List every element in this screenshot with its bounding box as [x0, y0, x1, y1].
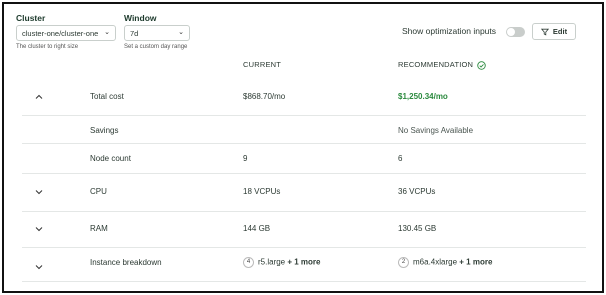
column-header-current: CURRENT [243, 60, 282, 69]
instance-type: m6a.4xlarge [413, 257, 458, 267]
window-help-text: Set a custom day range [124, 44, 188, 50]
recommendation-value: 36 VCPUs [398, 187, 436, 196]
chevron-up-icon[interactable] [34, 92, 44, 102]
current-instance: 4 r5.large + 1 more [243, 257, 321, 268]
table-row: RAM 144 GB 130.45 GB [22, 212, 586, 248]
toggle-knob [507, 28, 515, 36]
column-header-recommendation-label: RECOMMENDATION [398, 60, 474, 69]
recommendation-value: 130.45 GB [398, 224, 437, 233]
count-badge: 2 [398, 257, 409, 268]
window-select[interactable]: 7d ⌄ [124, 25, 190, 41]
column-header-recommendation: RECOMMENDATION [398, 60, 487, 70]
count-badge: 4 [243, 257, 254, 268]
table-row: Instance breakdown 4 r5.large + 1 more 2m… [22, 248, 586, 282]
cluster-help-text: The cluster to right size [16, 44, 79, 50]
more-link[interactable]: + 1 more [287, 258, 320, 267]
row-label: Node count [90, 154, 131, 163]
edit-button[interactable]: Edit [532, 23, 576, 40]
chevron-down-icon[interactable] [34, 262, 44, 272]
cluster-select-value: cluster-one/cluster-one [22, 29, 99, 38]
row-label: Total cost [90, 92, 124, 101]
filter-icon [540, 28, 549, 35]
cluster-sizing-panel: Cluster cluster-one/cluster-one ⌄ The cl… [2, 2, 604, 293]
recommendation-instance: 2 m6a.4xlarge + 1 more [398, 257, 492, 268]
cluster-label: Cluster [16, 13, 46, 23]
current-value: 9 [243, 154, 248, 163]
chevron-down-icon: ⌄ [178, 29, 184, 36]
row-label: CPU [90, 187, 107, 196]
optimization-toggle[interactable] [506, 27, 525, 37]
window-label: Window [124, 13, 157, 23]
row-label: Savings [90, 126, 119, 135]
recommendation-value: 6 [398, 154, 403, 163]
edit-button-label: Edit [552, 27, 568, 36]
table-row: Total cost $868.70/mo $1,250.34/mo [22, 76, 586, 116]
more-link[interactable]: + 1 more [459, 258, 492, 267]
current-value: $868.70/mo [243, 92, 286, 101]
table-row: Node count 9 6 [22, 144, 586, 174]
cluster-select[interactable]: cluster-one/cluster-one ⌄ [16, 25, 116, 41]
optimization-toggle-label: Show optimization inputs [402, 26, 497, 36]
chevron-down-icon: ⌄ [104, 29, 110, 36]
current-value: 18 VCPUs [243, 187, 281, 196]
instance-type: r5.large [258, 257, 286, 267]
window-select-value: 7d [130, 29, 139, 38]
row-label: Instance breakdown [90, 258, 162, 267]
chevron-down-icon[interactable] [34, 187, 44, 197]
table-row: CPU 18 VCPUs 36 VCPUs [22, 174, 586, 212]
table-row: Savings No Savings Available [22, 116, 586, 144]
recommendation-value: No Savings Available [398, 126, 474, 135]
row-label: RAM [90, 224, 108, 233]
chevron-down-icon[interactable] [34, 224, 44, 234]
recommendation-value: $1,250.34/mo [398, 92, 448, 101]
check-circle-icon [477, 60, 487, 70]
current-value: 144 GB [243, 224, 271, 233]
